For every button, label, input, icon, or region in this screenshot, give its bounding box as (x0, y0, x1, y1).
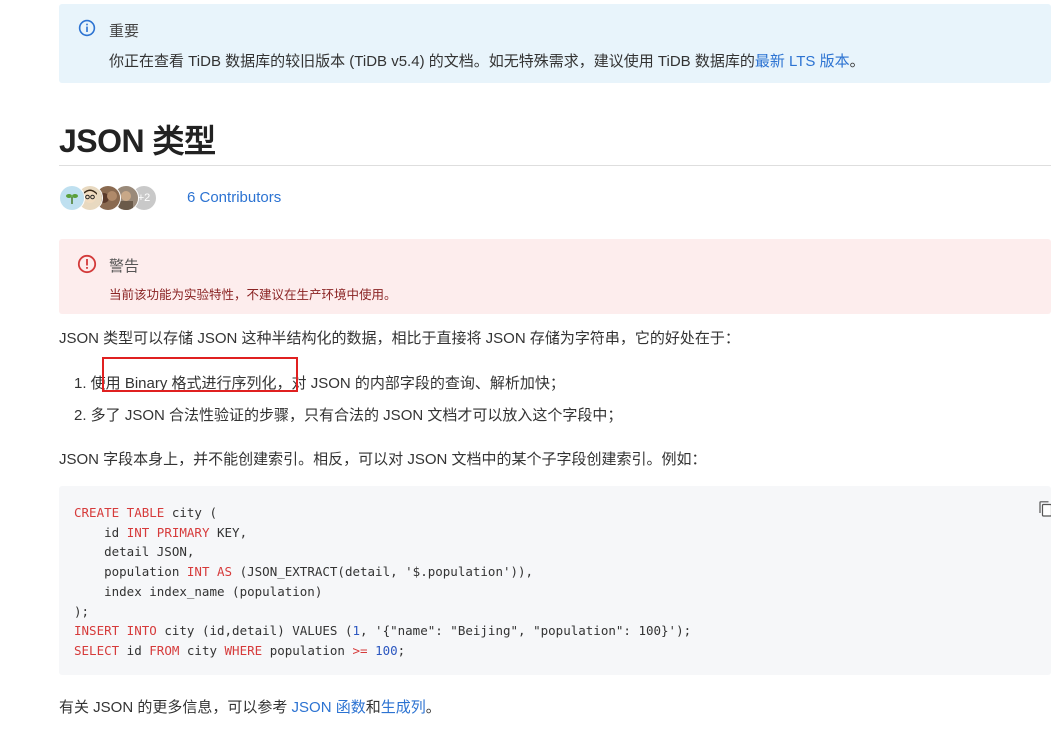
index-paragraph: JSON 字段本身上，并不能创建索引。相反，可以对 JSON 文档中的某个子字段… (59, 451, 707, 468)
contributor-avatars[interactable]: +2 (59, 185, 169, 211)
code-block: CREATE TABLE city ( id INT PRIMARY KEY, … (59, 486, 1051, 675)
warning-text: 当前该功能为实验特性，不建议在生产环境中使用。 (109, 288, 397, 302)
contributors-link[interactable]: 6 Contributors (187, 189, 281, 206)
generated-columns-link[interactable]: 生成列 (381, 699, 426, 716)
warning-notice: 警告 当前该功能为实验特性，不建议在生产环境中使用。 (59, 239, 1051, 314)
page-title: JSON 类型 (59, 123, 216, 159)
list-item: 2. 多了 JSON 合法性验证的步骤，只有合法的 JSON 文档才可以放入这个… (74, 407, 623, 424)
latest-lts-link[interactable]: 最新 LTS 版本 (755, 53, 850, 70)
warning-icon (77, 254, 97, 274)
annotation-highlight-box (102, 357, 298, 392)
warning-title: 警告 (109, 258, 140, 275)
important-text: 你正在查看 TiDB 数据库的较旧版本 (TiDB v5.4) 的文档。如无特殊… (109, 50, 865, 71)
title-divider (59, 165, 1051, 166)
avatar[interactable] (59, 185, 85, 211)
more-info-and: 和 (365, 699, 381, 716)
important-text-after: 。 (849, 53, 865, 70)
json-functions-link[interactable]: JSON 函数 (292, 699, 366, 716)
intro-paragraph: JSON 类型可以存储 JSON 这种半结构化的数据，相比于直接将 JSON 存… (59, 330, 740, 347)
more-info-end: 。 (425, 699, 441, 716)
important-notice: 重要 你正在查看 TiDB 数据库的较旧版本 (TiDB v5.4) 的文档。如… (59, 4, 1051, 83)
more-info-text: 有关 JSON 的更多信息，可以参考 (59, 699, 292, 716)
info-icon (78, 19, 96, 37)
more-info-paragraph: 有关 JSON 的更多信息，可以参考 JSON 函数和生成列。 (59, 696, 441, 717)
important-text-before: 你正在查看 TiDB 数据库的较旧版本 (TiDB v5.4) 的文档。如无特殊… (109, 53, 755, 70)
copy-icon[interactable] (1039, 501, 1051, 517)
sql-code: CREATE TABLE city ( id INT PRIMARY KEY, … (74, 505, 692, 658)
important-title: 重要 (109, 23, 140, 40)
